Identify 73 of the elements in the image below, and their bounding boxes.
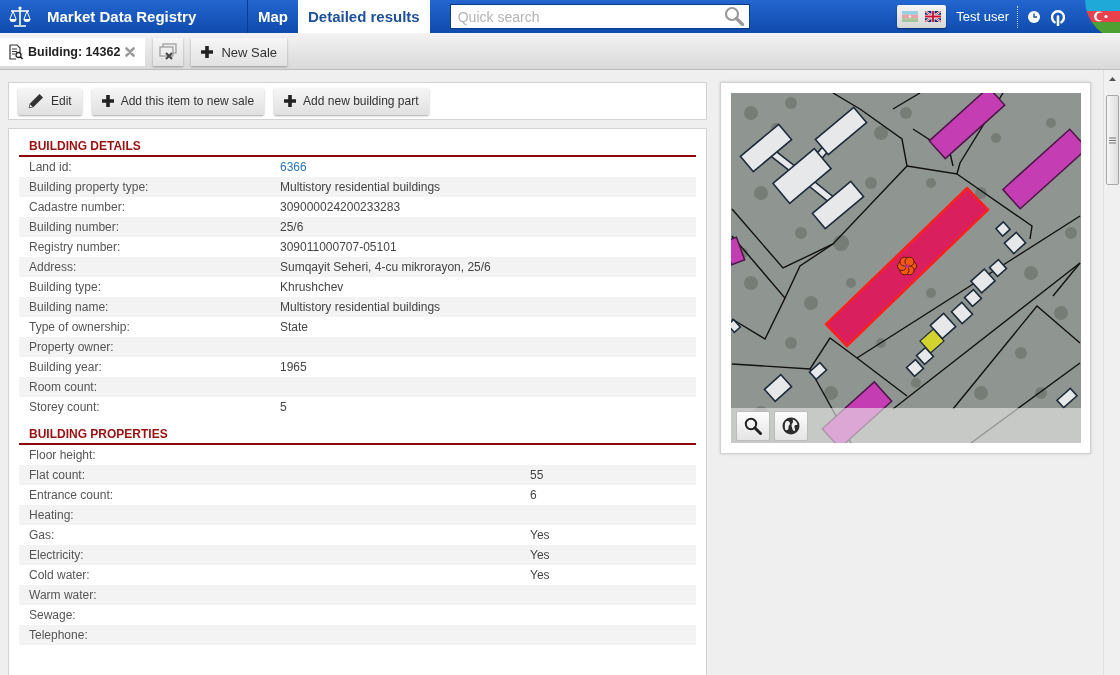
field-label: Building name: xyxy=(28,300,110,314)
power-icon[interactable] xyxy=(1050,7,1066,26)
field-label: Room count: xyxy=(28,380,99,394)
plus-icon xyxy=(284,95,297,107)
field-value: Yes xyxy=(530,528,550,542)
field-value: Sumqayit Seheri, 4-cu mikrorayon, 25/6 xyxy=(280,260,491,274)
field-value: Khrushchev xyxy=(280,280,344,294)
app-title: Market Data Registry xyxy=(47,8,197,25)
field-value: State xyxy=(280,320,309,334)
field-value: 6 xyxy=(530,488,537,502)
field-value: Yes xyxy=(530,548,550,562)
nav-tab[interactable]: Detailed results xyxy=(298,0,430,33)
section-title: BUILDING PROPERTIES xyxy=(19,425,696,445)
pencil-icon xyxy=(28,93,44,109)
search-field[interactable]: Quick search xyxy=(449,4,750,29)
plus-icon xyxy=(101,95,114,107)
field-label: Type of ownership: xyxy=(28,320,131,334)
field-label: Property owner: xyxy=(28,340,115,354)
field-label: Electricity: xyxy=(28,548,85,562)
field-value: 309011000707-05101 xyxy=(280,240,397,254)
field-label: Cold water: xyxy=(28,568,91,582)
user-name[interactable]: Test user xyxy=(956,9,1009,24)
british-flag-icon[interactable] xyxy=(925,11,942,22)
field-label: Building number: xyxy=(28,220,121,234)
field-value: Multistory residential buildings xyxy=(280,300,441,314)
globe-button[interactable] xyxy=(774,410,808,441)
grip-icon xyxy=(1108,136,1116,144)
field-value: Multistory residential buildings xyxy=(280,180,441,194)
field-value: 25/6 xyxy=(280,220,304,234)
document-search-icon xyxy=(9,44,23,60)
field-value: 5 xyxy=(280,400,287,414)
field-label: Cadastre number: xyxy=(28,200,127,214)
field-label: Storey count: xyxy=(28,400,101,414)
document-tab[interactable]: Building: 14362 xyxy=(0,38,146,66)
scrollbar-thumb[interactable] xyxy=(1105,95,1119,185)
close-icon[interactable] xyxy=(125,47,136,57)
azerbaijani-flag-icon xyxy=(1085,0,1120,33)
field-label: Building property type: xyxy=(28,180,150,194)
field-label: Sewage: xyxy=(28,608,77,622)
windows-close-icon xyxy=(158,43,179,61)
add-button[interactable]: New Sale xyxy=(191,38,288,66)
globe-icon xyxy=(782,416,800,435)
close-all-button[interactable] xyxy=(153,38,184,66)
add-button[interactable]: Add new building part xyxy=(274,87,429,115)
plus-icon xyxy=(201,46,214,58)
field-value: 1965 xyxy=(280,360,307,374)
scrollbar[interactable] xyxy=(1103,70,1120,675)
field-label: Warm water: xyxy=(28,588,98,602)
triangle-up-icon xyxy=(1108,76,1116,81)
field-label: Building type: xyxy=(28,280,103,294)
zoom-button[interactable] xyxy=(736,410,770,441)
field-value: 309000024200233283 xyxy=(280,200,401,214)
field-label: Gas: xyxy=(28,528,56,542)
field-value: 55 xyxy=(530,468,544,482)
field-label: Entrance count: xyxy=(28,488,115,502)
field-value: Yes xyxy=(530,568,550,582)
search-icon xyxy=(744,416,762,435)
add-button[interactable]: Add this item to new sale xyxy=(91,87,265,115)
section-title: BUILDING DETAILS xyxy=(19,137,696,157)
nav-tab[interactable]: Map xyxy=(248,0,298,33)
field-label: Heating: xyxy=(28,508,75,522)
field-label: Address: xyxy=(28,260,78,274)
field-label: Floor height: xyxy=(28,448,97,462)
scales-icon xyxy=(8,4,32,29)
field-label: Land id: xyxy=(28,160,73,174)
clock-icon[interactable] xyxy=(1028,10,1040,23)
value-link[interactable]: 6366 xyxy=(280,160,307,174)
field-label: Telephone: xyxy=(28,628,89,642)
field-label: Registry number: xyxy=(28,240,122,254)
edit-button[interactable]: Edit xyxy=(18,87,82,115)
field-label: Flat count: xyxy=(28,468,87,482)
field-label: Building year: xyxy=(28,360,103,374)
search-icon[interactable] xyxy=(723,6,744,26)
